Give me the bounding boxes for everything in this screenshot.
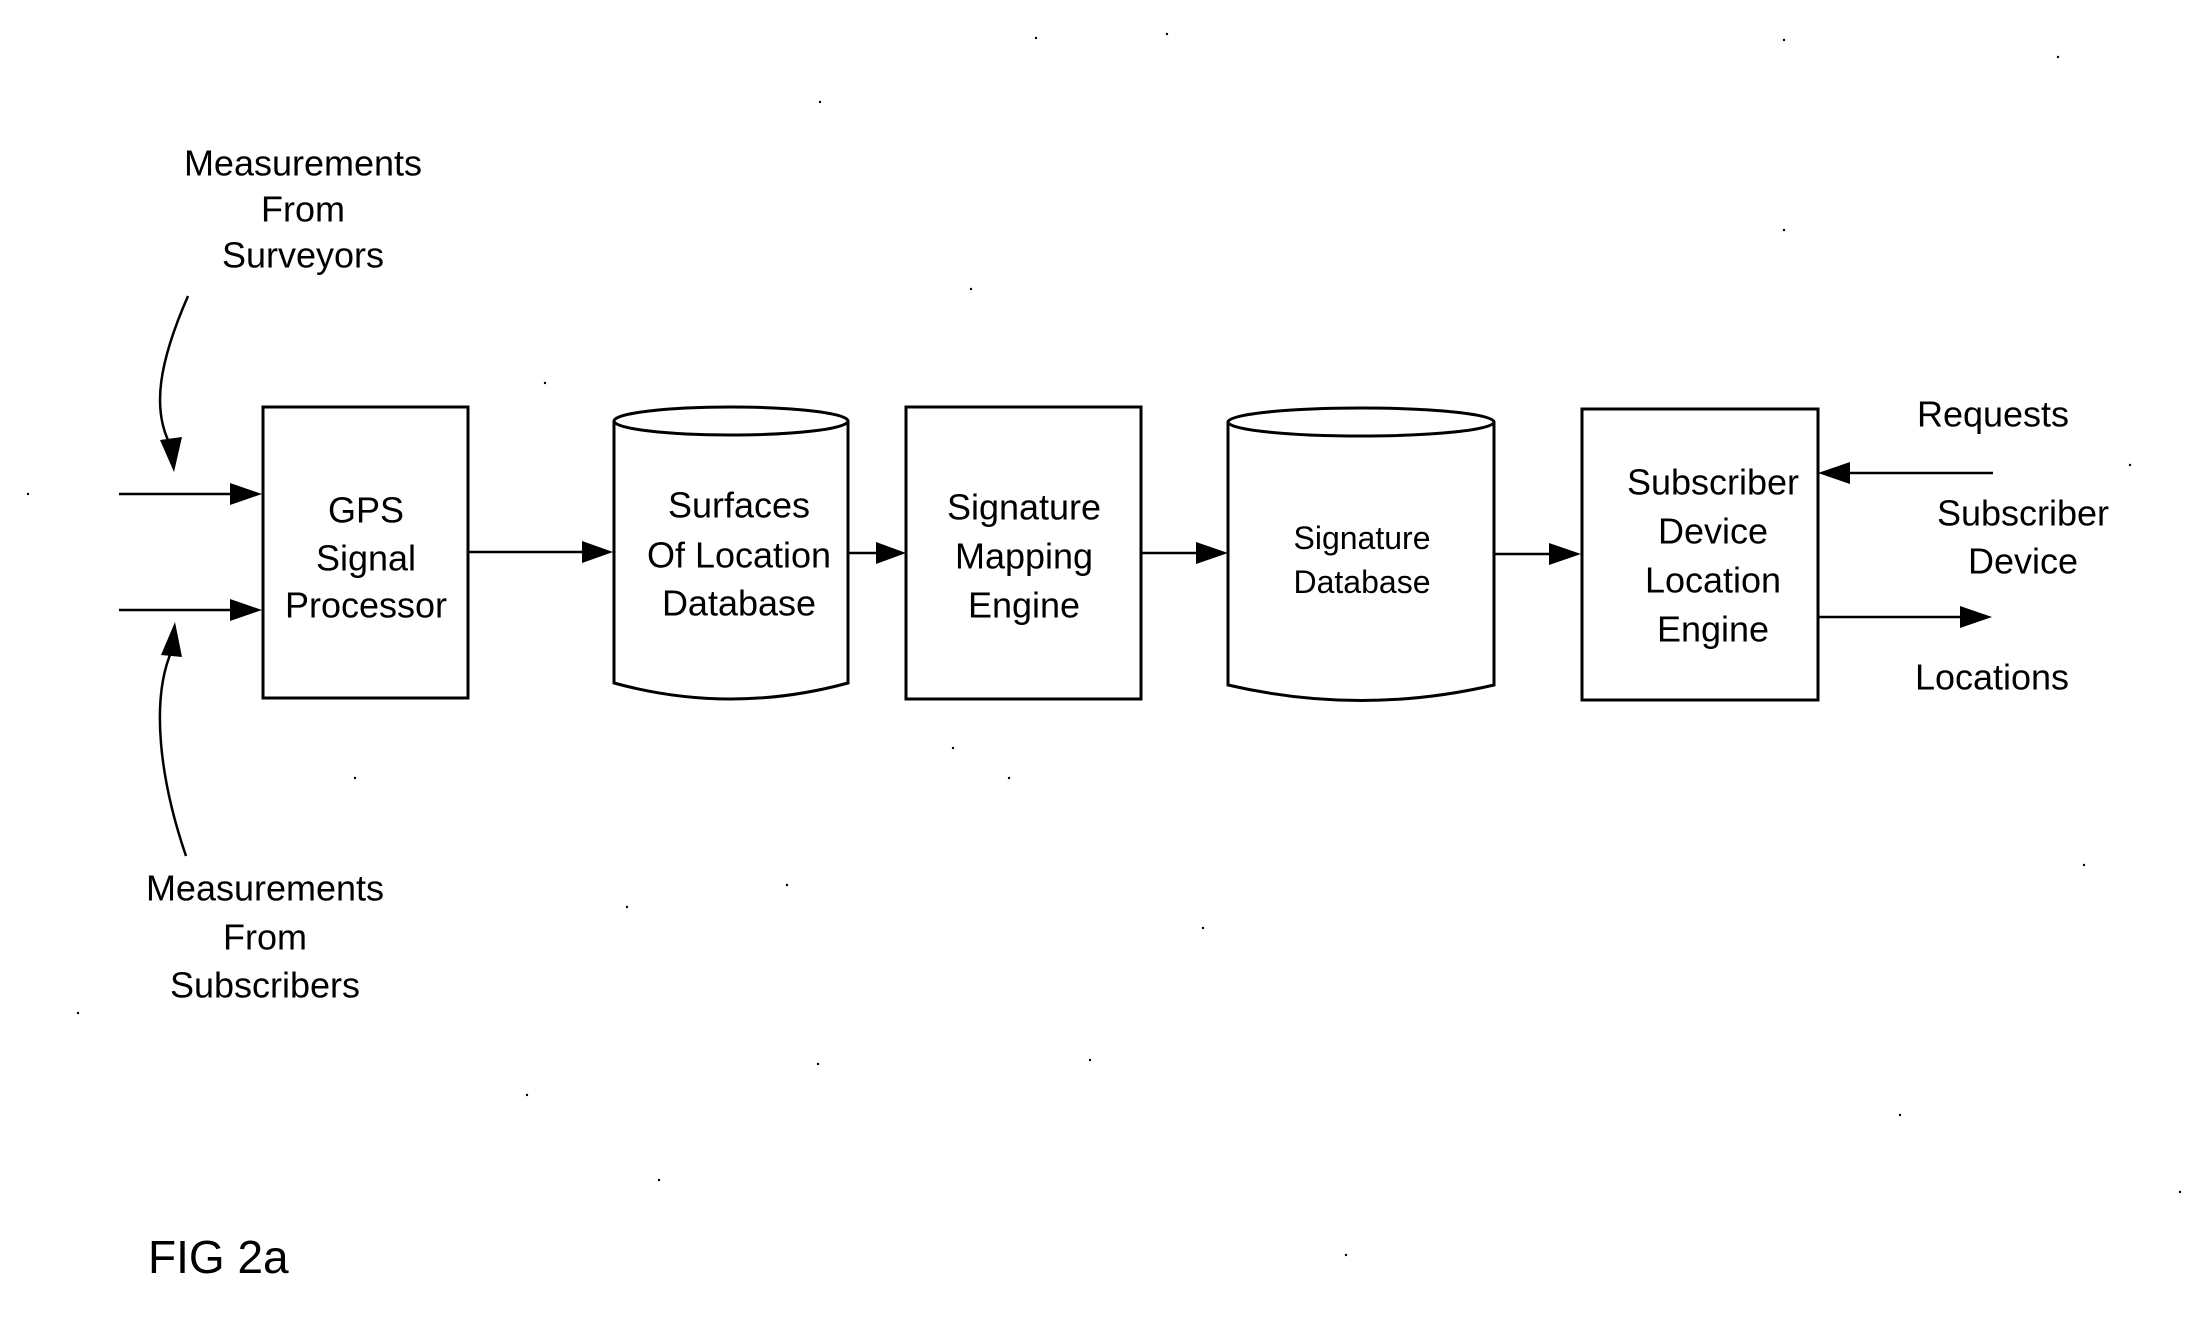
- arrowhead-icon: [582, 541, 613, 563]
- arrow-mapping-engine-to-signature-db: [1141, 542, 1228, 564]
- subscribers-arrowhead-icon: [161, 622, 182, 657]
- speck: [951, 746, 955, 750]
- speck: [76, 1011, 80, 1015]
- figure-label: FIG 2a: [148, 1231, 289, 1283]
- speck: [1007, 776, 1011, 780]
- arrow-surfaces-db-to-mapping-engine: [849, 542, 906, 564]
- subscribers-curve-line: [158, 649, 188, 857]
- subscribers-label-line-2: From: [223, 917, 307, 958]
- requests-arrow: [1818, 462, 1993, 484]
- location-engine-box: [1580, 407, 1820, 702]
- gps-signal-processor-block: GPS Signal Processor: [261, 405, 470, 700]
- subscribers-input-label: Measurements From Subscribers: [146, 868, 384, 1006]
- speck: [525, 1093, 529, 1097]
- subscribers-curved-arrow: [158, 622, 188, 857]
- system-block-diagram: Measurements From Surveyors Measurements…: [26, 32, 2182, 1283]
- surfaces-of-location-database-block: Surfaces Of Location Database: [612, 405, 850, 701]
- arrowhead-icon: [1960, 606, 1992, 628]
- gps-label-line-3: Processor: [285, 585, 447, 626]
- input-arrow-lower: [119, 599, 262, 621]
- surveyors-label-line-2: From: [261, 189, 345, 230]
- arrowhead-icon: [1196, 542, 1228, 564]
- speck: [2082, 863, 2086, 867]
- surfaces-label-line-2: Of Location: [647, 535, 831, 576]
- arrowhead-icon: [1818, 462, 1850, 484]
- arrowhead-icon: [230, 483, 262, 505]
- subscribers-label-line-3: Subscribers: [170, 965, 360, 1006]
- surveyors-label-line-3: Surveyors: [222, 235, 384, 276]
- requests-label: Requests: [1917, 394, 2069, 435]
- arrow-signature-db-to-location-engine: [1494, 543, 1581, 565]
- speck: [816, 1062, 820, 1066]
- speck: [818, 100, 822, 104]
- speck: [26, 492, 30, 496]
- subscriber-device-location-engine-block: Subscriber Device Location Engine: [1580, 407, 1820, 702]
- speck: [2178, 1190, 2182, 1194]
- surveyors-label-line-1: Measurements: [184, 143, 422, 184]
- arrowhead-icon: [876, 542, 906, 564]
- speck: [1898, 1113, 1902, 1117]
- mapping-label-line-1: Signature: [947, 487, 1101, 528]
- speck: [543, 381, 547, 385]
- speck: [969, 287, 973, 291]
- speck: [1782, 228, 1786, 232]
- location-engine-label-line-3: Location: [1645, 560, 1781, 601]
- gps-label-line-2: Signal: [316, 538, 416, 579]
- speck: [1088, 1058, 1092, 1062]
- surveyors-arrowhead-icon: [160, 437, 182, 472]
- location-engine-label-line-1: Subscriber: [1627, 462, 1799, 503]
- signature-db-body: [1226, 422, 1496, 702]
- mapping-label-line-2: Mapping: [955, 536, 1093, 577]
- speck: [785, 883, 789, 887]
- speck: [2056, 55, 2060, 59]
- mapping-label-line-3: Engine: [968, 585, 1080, 626]
- subscriber-device-label-line-1: Subscriber: [1937, 493, 2109, 534]
- speck: [1782, 38, 1786, 42]
- arrowhead-icon: [230, 599, 262, 621]
- speck: [1201, 926, 1205, 930]
- surveyors-curve-line: [158, 295, 190, 449]
- surveyors-input-label: Measurements From Surveyors: [184, 143, 422, 276]
- signature-db-label-line-1: Signature: [1294, 520, 1431, 556]
- surveyors-curved-arrow: [158, 295, 190, 472]
- surfaces-label-line-3: Database: [662, 583, 816, 624]
- signature-db-label-line-2: Database: [1294, 564, 1431, 600]
- speck: [1034, 36, 1038, 40]
- location-engine-label-line-2: Device: [1658, 511, 1768, 552]
- subscriber-device-label: Subscriber Device: [1937, 493, 2109, 582]
- speck: [625, 905, 629, 909]
- arrow-gps-to-surfaces-db: [468, 541, 613, 563]
- speck: [1344, 1253, 1348, 1257]
- speck: [353, 776, 357, 780]
- arrowhead-icon: [1549, 543, 1581, 565]
- locations-label: Locations: [1915, 657, 2069, 698]
- subscribers-label-line-1: Measurements: [146, 868, 384, 909]
- speck: [2128, 463, 2132, 467]
- subscriber-device-label-line-2: Device: [1968, 541, 2078, 582]
- surfaces-db-top: [612, 405, 850, 437]
- input-arrow-upper: [119, 483, 262, 505]
- speck: [1165, 32, 1169, 36]
- signature-database-block: Signature Database: [1226, 406, 1496, 702]
- surfaces-label-line-1: Surfaces: [668, 485, 810, 526]
- signature-db-top: [1226, 406, 1496, 438]
- location-engine-label-line-4: Engine: [1657, 609, 1769, 650]
- locations-arrow: [1818, 606, 1992, 628]
- speck: [657, 1178, 661, 1182]
- signature-mapping-engine-block: Signature Mapping Engine: [904, 405, 1143, 701]
- gps-label-line-1: GPS: [328, 490, 404, 531]
